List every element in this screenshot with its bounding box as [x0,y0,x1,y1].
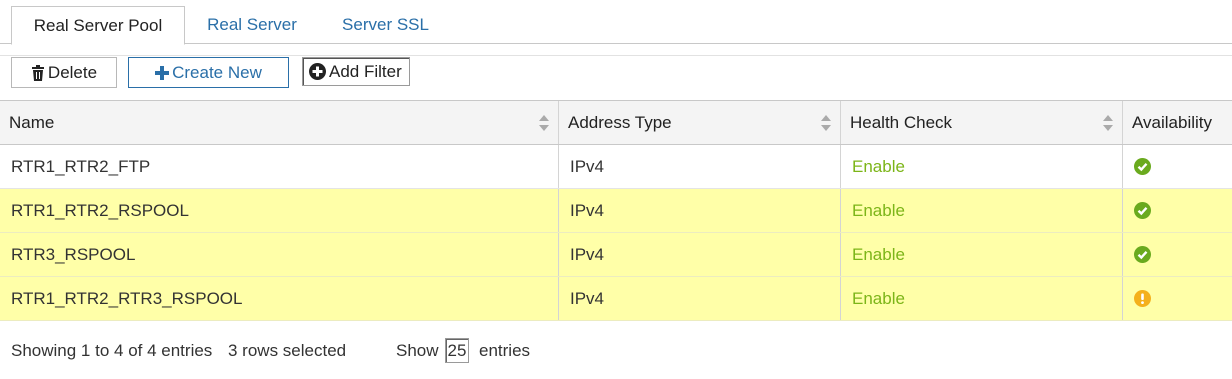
sort-icon[interactable] [821,115,831,131]
cell-health-check: Enable [840,233,1122,276]
cell-health-check: Enable [840,145,1122,188]
selection-count: 3 rows selected [228,341,347,360]
cell-address-type: IPv4 [558,145,840,188]
cell-address-type: IPv4 [558,277,840,320]
check-circle-icon [1134,202,1151,219]
cell-availability [1122,189,1232,232]
entries-label: entries [479,341,531,360]
create-new-label: Create New [172,63,262,82]
plus-icon [155,65,170,80]
table-row[interactable]: RTR1_RTR2_RSPOOL IPv4 Enable [0,189,1232,233]
check-circle-icon [1134,158,1151,175]
column-header-address-type[interactable]: Address Type [558,101,840,144]
cell-availability [1122,145,1232,188]
cell-name: RTR3_RSPOOL [11,244,136,264]
toolbar: Delete Create New Add Filter [0,55,1232,88]
cell-name: RTR1_RTR2_FTP [11,156,151,176]
column-label: Availability [1132,112,1213,132]
column-label: Name [9,112,55,132]
trash-icon [31,64,45,81]
table-row[interactable]: RTR1_RTR2_FTP IPv4 Enable [0,145,1232,189]
page-size-select[interactable]: 25 [445,338,469,363]
cell-name: RTR1_RTR2_RSPOOL [11,200,189,220]
add-filter-button[interactable]: Add Filter [302,57,410,86]
table-header: Name Address Type Health Check Availabil… [0,100,1232,145]
cell-address-type: IPv4 [558,233,840,276]
tab-real-server[interactable]: Real Server [190,6,314,44]
tab-real-server-pool[interactable]: Real Server Pool [11,6,185,45]
show-label: Show [396,341,439,360]
sort-icon[interactable] [1103,115,1113,131]
delete-button[interactable]: Delete [11,57,117,88]
check-circle-icon [1134,246,1151,263]
sort-icon[interactable] [539,115,549,131]
column-header-name[interactable]: Name [0,101,558,144]
delete-label: Delete [47,63,98,82]
tab-bar: Real Server Pool Real Server Server SSL [0,0,1232,45]
column-label: Health Check [850,112,953,132]
table-row[interactable]: RTR1_RTR2_RTR3_RSPOOL IPv4 Enable [0,277,1232,321]
cell-address-type: IPv4 [558,189,840,232]
entries-summary: Showing 1 to 4 of 4 entries [11,341,213,360]
table-row[interactable]: RTR3_RSPOOL IPv4 Enable [0,233,1232,277]
column-header-availability[interactable]: Availability [1122,101,1232,144]
cell-availability [1122,233,1232,276]
tab-server-ssl[interactable]: Server SSL [328,6,443,44]
add-filter-label: Add Filter [329,62,402,81]
cell-health-check: Enable [840,189,1122,232]
create-new-button[interactable]: Create New [128,57,289,88]
cell-name: RTR1_RTR2_RTR3_RSPOOL [11,288,243,308]
cell-health-check: Enable [840,277,1122,320]
cell-availability [1122,277,1232,320]
column-label: Address Type [568,112,672,132]
column-header-health-check[interactable]: Health Check [840,101,1122,144]
table-footer: Showing 1 to 4 of 4 entries 3 rows selec… [0,336,1232,366]
real-server-pool-table: Name Address Type Health Check Availabil… [0,100,1232,321]
warning-circle-icon [1134,290,1151,307]
plus-circle-icon [309,63,326,80]
